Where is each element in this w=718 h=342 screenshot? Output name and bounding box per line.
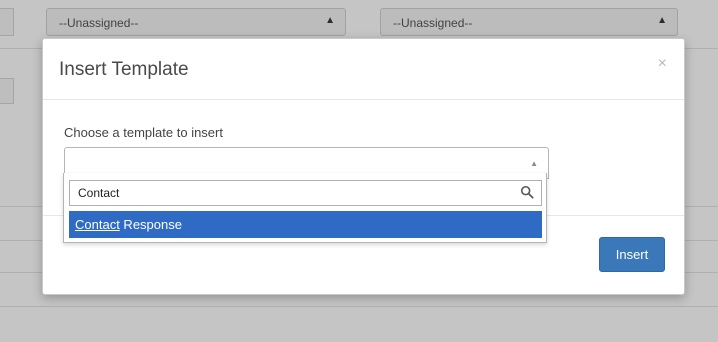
option-match-text: Contact: [75, 217, 120, 232]
template-option[interactable]: Contact Response: [69, 211, 542, 238]
insert-button[interactable]: Insert: [599, 237, 665, 272]
option-rest-text: Response: [119, 217, 182, 232]
insert-template-dialog: Insert Template × Choose a template to i…: [42, 38, 685, 295]
template-field-label: Choose a template to insert: [64, 125, 223, 140]
template-dropdown: Contact Contact Response: [63, 173, 547, 243]
caret-up-icon: ▲: [530, 159, 538, 168]
close-icon[interactable]: ×: [658, 55, 667, 73]
search-icon: [520, 185, 534, 199]
search-input-value: Contact: [78, 186, 120, 200]
template-search-input[interactable]: Contact: [69, 180, 542, 206]
modal-title: Insert Template: [59, 59, 189, 80]
modal-header: Insert Template ×: [43, 39, 684, 100]
